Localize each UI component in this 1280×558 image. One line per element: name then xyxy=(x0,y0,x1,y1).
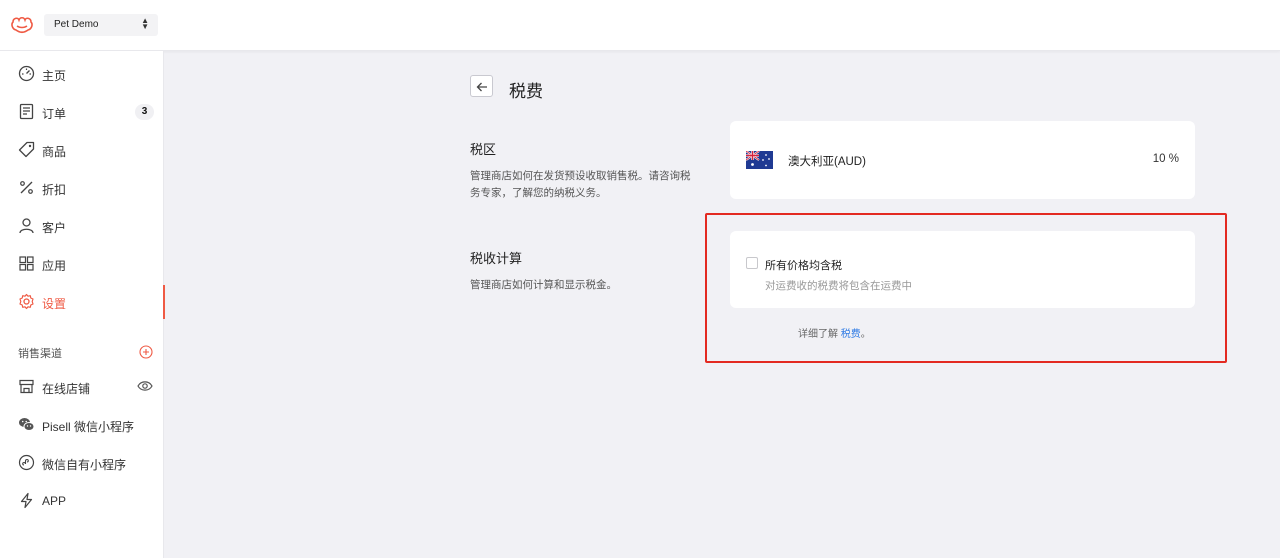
order-icon xyxy=(19,103,34,120)
sidebar-item-label: Pisell 微信小程序 xyxy=(42,420,135,434)
miniprogram-icon xyxy=(18,454,35,471)
apps-icon xyxy=(19,256,34,271)
sidebar-item-label: 订单 xyxy=(42,107,67,121)
tax-calc-heading: 税收计算 xyxy=(470,251,523,266)
sidebar-item-label: 客户 xyxy=(42,221,67,235)
back-button[interactable] xyxy=(470,75,493,97)
tax-rate-value: 10 % xyxy=(1152,153,1179,165)
percent-icon xyxy=(20,181,33,194)
sidebar-item-customers[interactable]: 客户 xyxy=(0,209,164,243)
wechat-icon xyxy=(19,418,35,431)
tax-region-description: 管理商店如何在发货预设收取销售税。请咨询税务专家，了解您的纳税义务。 xyxy=(470,170,691,199)
user-icon xyxy=(19,218,34,234)
eye-icon[interactable] xyxy=(137,380,153,392)
sidebar-item-app[interactable]: APP xyxy=(0,484,164,518)
sidebar-item-label: 设置 xyxy=(42,297,67,311)
page-title: 税费 xyxy=(509,82,543,101)
sidebar-item-label: 微信自有小程序 xyxy=(42,458,127,472)
sidebar-item-orders[interactable]: 订单 3 xyxy=(0,95,164,129)
sidebar-item-label: 主页 xyxy=(42,69,67,83)
sidebar-item-pisell-wechat[interactable]: Pisell 微信小程序 xyxy=(0,408,164,442)
tag-icon xyxy=(18,141,35,158)
sidebar-item-label: 商品 xyxy=(42,145,67,159)
top-bar: Pet Demo ▲ ▼ xyxy=(0,0,1280,51)
tax-region-heading: 税区 xyxy=(470,142,497,157)
dashboard-icon xyxy=(18,65,35,82)
sidebar-item-discounts[interactable]: 折扣 xyxy=(0,171,164,205)
tax-region-card[interactable]: 澳大利亚(AUD) 10 % xyxy=(730,121,1195,199)
store-icon xyxy=(19,379,34,394)
sidebar-item-online-store[interactable]: 在线店铺 xyxy=(0,370,164,404)
gear-icon xyxy=(19,293,34,310)
order-count-badge: 3 xyxy=(135,104,154,120)
tax-calc-description: 管理商店如何计算和显示税金。 xyxy=(470,279,617,291)
sidebar-item-apps[interactable]: 应用 xyxy=(0,247,164,281)
lightning-icon xyxy=(20,492,33,509)
arrow-left-icon xyxy=(476,82,487,92)
sidebar-item-label: 应用 xyxy=(42,259,67,273)
sidebar-item-wechat-own-miniprogram[interactable]: 微信自有小程序 xyxy=(0,446,164,480)
chevron-updown-icon: ▲ ▼ xyxy=(141,16,149,31)
logo-icon xyxy=(11,16,33,34)
store-selector[interactable]: Pet Demo ▲ ▼ xyxy=(44,14,158,36)
store-name: Pet Demo xyxy=(54,19,99,30)
australia-flag-icon xyxy=(746,151,773,169)
sales-channels-title: 销售渠道 xyxy=(18,348,62,360)
sidebar-item-products[interactable]: 商品 xyxy=(0,133,164,167)
highlight-annotation-box xyxy=(705,213,1227,363)
sidebar-item-label: 折扣 xyxy=(42,183,67,197)
sidebar-item-label: APP xyxy=(42,494,67,508)
sidebar-item-label: 在线店铺 xyxy=(42,382,91,396)
sidebar-item-home[interactable]: 主页 xyxy=(0,57,164,91)
sidebar-item-settings[interactable]: 设置 xyxy=(0,285,165,319)
add-circle-icon[interactable] xyxy=(139,345,153,359)
sidebar: 主页 订单 3 商品 折扣 客户 应用 设置 销售渠道 在线店铺 Pisell … xyxy=(0,51,165,558)
tax-region-name: 澳大利亚(AUD) xyxy=(788,156,866,168)
